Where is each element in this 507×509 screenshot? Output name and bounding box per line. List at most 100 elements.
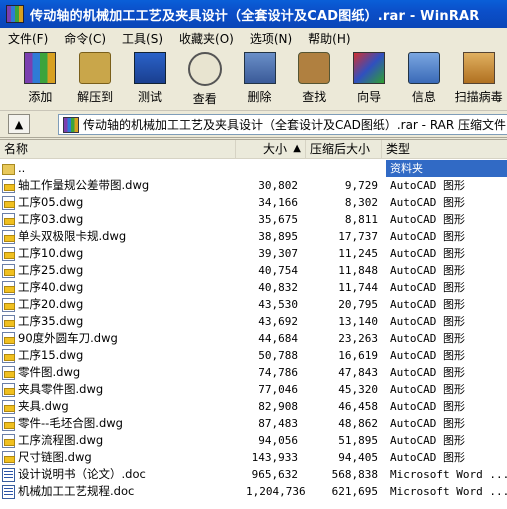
file-row[interactable]: 夹具.dwg 82,908 46,458 AutoCAD 图形: [0, 398, 507, 415]
file-name-cell: 单头双极限卡规.dwg: [2, 228, 242, 245]
file-name: 工序流程图.dwg: [18, 433, 104, 447]
file-type: AutoCAD 图形: [390, 315, 465, 328]
file-name-cell: 机械加工工艺规程.doc: [2, 483, 242, 500]
toolbar-button-wizard[interactable]: 向导: [343, 48, 396, 110]
file-row[interactable]: 工序20.dwg 43,530 20,795 AutoCAD 图形: [0, 296, 507, 313]
toolbar-button-label: 查找: [302, 90, 327, 104]
file-row[interactable]: 零件图.dwg 74,786 47,843 AutoCAD 图形: [0, 364, 507, 381]
menu-item[interactable]: 收藏夹(O): [171, 30, 242, 47]
extract-icon: [79, 52, 112, 84]
file-row[interactable]: 设计说明书（论文）.doc 965,632 568,838 Microsoft Wor…: [0, 466, 507, 483]
packed-size: 20,795: [338, 298, 378, 311]
autocad-file-icon: [2, 382, 15, 397]
file-name: 零件--毛坯合图.dwg: [18, 416, 123, 430]
toolbar-button-extract[interactable]: 解压到: [69, 48, 122, 110]
file-size: 40,832: [258, 281, 298, 294]
menu-item[interactable]: 文件(F): [0, 30, 56, 47]
file-row[interactable]: 工序10.dwg 39,307 11,245 AutoCAD 图形: [0, 245, 507, 262]
archive-path-text: 传动轴的机械加工工艺及夹具设计（全套设计及CAD图纸）.rar - RAR 压缩…: [83, 118, 507, 132]
toolbar-button-add-archive[interactable]: 添加: [14, 48, 67, 110]
file-row[interactable]: 工序流程图.dwg 94,056 51,895 AutoCAD 图形: [0, 432, 507, 449]
toolbar-button-test[interactable]: 测试: [124, 48, 177, 110]
file-row[interactable]: 工序40.dwg 40,832 11,744 AutoCAD 图形: [0, 279, 507, 296]
file-name-cell: 工序05.dwg: [2, 194, 242, 211]
winrar-icon: [6, 5, 24, 23]
file-type: AutoCAD 图形: [390, 417, 465, 430]
autocad-file-icon: [2, 416, 15, 431]
autocad-file-icon: [2, 314, 15, 329]
file-type: AutoCAD 图形: [390, 179, 465, 192]
file-row[interactable]: 工序05.dwg 34,166 8,302 AutoCAD 图形: [0, 194, 507, 211]
file-name: 夹具零件图.dwg: [18, 382, 104, 396]
folder-icon: [2, 164, 15, 175]
file-size: 1,204,736: [246, 485, 306, 498]
column-header-packed[interactable]: 压缩后大小: [306, 140, 382, 158]
toolbar-button-find[interactable]: 查找: [288, 48, 341, 110]
file-name: 机械加工工艺规程.doc: [18, 484, 135, 498]
packed-size: 17,737: [338, 230, 378, 243]
file-row[interactable]: 夹具零件图.dwg 77,046 45,320 AutoCAD 图形: [0, 381, 507, 398]
file-type: AutoCAD 图形: [390, 298, 465, 311]
toolbar-button-scan-virus[interactable]: 扫描病毒: [452, 48, 505, 110]
file-name-cell: 夹具.dwg: [2, 398, 242, 415]
menu-item[interactable]: 选项(N): [242, 30, 300, 47]
file-type: Microsoft Word ...: [390, 468, 507, 481]
find-icon: [298, 52, 331, 84]
file-name: 工序40.dwg: [18, 280, 84, 294]
file-name-cell: 工序20.dwg: [2, 296, 242, 313]
column-header-name[interactable]: 名称: [0, 140, 236, 158]
file-name: 工序35.dwg: [18, 314, 84, 328]
file-row[interactable]: 尺寸链图.dwg 143,933 94,405 AutoCAD 图形: [0, 449, 507, 466]
file-type: AutoCAD 图形: [390, 383, 465, 396]
title-bar: 传动轴的机械加工工艺及夹具设计（全套设计及CAD图纸）.rar - WinRAR: [0, 0, 507, 28]
menu-item[interactable]: 帮助(H): [300, 30, 358, 47]
toolbar-button-info[interactable]: 信息: [397, 48, 450, 110]
file-name-cell: ..: [2, 160, 242, 177]
file-name: 零件图.dwg: [18, 365, 81, 379]
file-list[interactable]: 名称 大小 ▲ 压缩后大小 类型 .. 资料夹 轴工作量规公差带图.dwg 30,802…: [0, 139, 507, 509]
column-header-size[interactable]: 大小 ▲: [236, 140, 306, 158]
file-type: AutoCAD 图形: [390, 332, 465, 345]
file-name: 工序15.dwg: [18, 348, 84, 362]
column-header-size-label: 大小: [262, 142, 287, 156]
file-size: 43,692: [258, 315, 298, 328]
file-name: 工序03.dwg: [18, 212, 84, 226]
toolbar-button-delete[interactable]: 删除: [233, 48, 286, 110]
file-name-cell: 工序40.dwg: [2, 279, 242, 296]
file-name-cell: 工序25.dwg: [2, 262, 242, 279]
file-size: 43,530: [258, 298, 298, 311]
file-type: AutoCAD 图形: [390, 281, 465, 294]
file-size: 77,046: [258, 383, 298, 396]
toolbar: 添加 解压到 测试 查看 删除 查找 向导 信息 扫描病毒: [0, 48, 507, 111]
parent-folder-row[interactable]: .. 资料夹: [0, 160, 507, 177]
toolbar-button-label: 测试: [137, 90, 162, 104]
menu-item[interactable]: 工具(S): [114, 30, 171, 47]
add-archive-icon: [24, 52, 57, 84]
file-row[interactable]: 工序35.dwg 43,692 13,140 AutoCAD 图形: [0, 313, 507, 330]
file-row[interactable]: 工序25.dwg 40,754 11,848 AutoCAD 图形: [0, 262, 507, 279]
archive-path-field[interactable]: 传动轴的机械加工工艺及夹具设计（全套设计及CAD图纸）.rar - RAR 压缩…: [58, 114, 507, 135]
autocad-file-icon: [2, 348, 15, 363]
file-size: 30,802: [258, 179, 298, 192]
file-row[interactable]: 工序15.dwg 50,788 16,619 AutoCAD 图形: [0, 347, 507, 364]
column-header-type[interactable]: 类型: [382, 140, 507, 158]
packed-size: 23,263: [338, 332, 378, 345]
word-document-icon: [2, 467, 15, 482]
file-row[interactable]: 单头双极限卡规.dwg 38,895 17,737 AutoCAD 图形: [0, 228, 507, 245]
file-row[interactable]: 轴工作量规公差带图.dwg 30,802 9,729 AutoCAD 图形: [0, 177, 507, 194]
file-row[interactable]: 机械加工工艺规程.doc 1,204,736 621,695 Microsoft Wo…: [0, 483, 507, 500]
file-row[interactable]: 90度外圆车刀.dwg 44,684 23,263 AutoCAD 图形: [0, 330, 507, 347]
packed-size: 46,458: [338, 400, 378, 413]
file-row[interactable]: 工序03.dwg 35,675 8,811 AutoCAD 图形: [0, 211, 507, 228]
autocad-file-icon: [2, 212, 15, 227]
file-row[interactable]: 零件--毛坯合图.dwg 87,483 48,862 AutoCAD 图形: [0, 415, 507, 432]
file-name: ..: [18, 161, 26, 175]
file-name: 工序10.dwg: [18, 246, 84, 260]
menu-item[interactable]: 命令(C): [56, 30, 114, 47]
up-folder-button[interactable]: ▲: [8, 114, 30, 134]
packed-size: 11,848: [338, 264, 378, 277]
file-name-cell: 工序流程图.dwg: [2, 432, 242, 449]
archive-icon: [63, 116, 79, 133]
toolbar-button-view[interactable]: 查看: [178, 48, 231, 110]
list-header: 名称 大小 ▲ 压缩后大小 类型: [0, 140, 507, 159]
